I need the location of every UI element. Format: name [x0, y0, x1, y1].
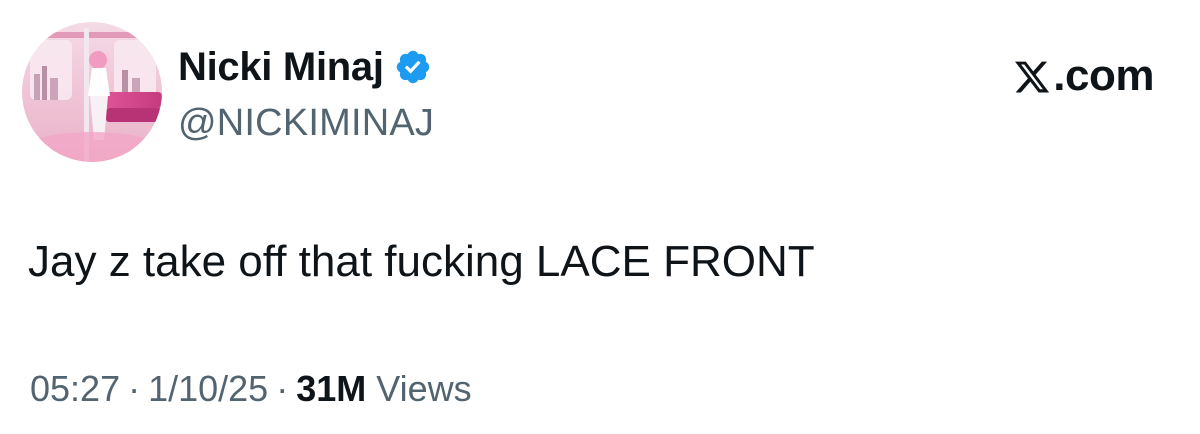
meta-separator: · — [128, 368, 141, 409]
avatar-image — [22, 22, 162, 162]
tweet-meta: 05:27 · 1/10/25 · 31M Views — [30, 364, 472, 414]
x-logo-icon — [1013, 58, 1051, 96]
display-name[interactable]: Nicki Minaj — [178, 42, 384, 92]
tweet-card: Nicki Minaj @NICKIMINAJ .com Jay z take … — [0, 0, 1200, 434]
tweet-date[interactable]: 1/10/25 — [148, 368, 268, 409]
tweet-time[interactable]: 05:27 — [30, 368, 120, 409]
verified-badge-icon — [394, 48, 432, 86]
brand-logo: .com — [1013, 50, 1154, 102]
author-handle[interactable]: @NICKIMINAJ — [178, 98, 434, 148]
views-label: Views — [376, 368, 472, 409]
brand-label: .com — [1053, 51, 1154, 100]
meta-separator: · — [276, 368, 289, 409]
author-row: Nicki Minaj — [178, 42, 432, 92]
views-count: 31M — [296, 368, 367, 409]
avatar[interactable] — [22, 22, 162, 162]
tweet-text: Jay z take off that fucking LACE FRONT — [28, 237, 815, 286]
